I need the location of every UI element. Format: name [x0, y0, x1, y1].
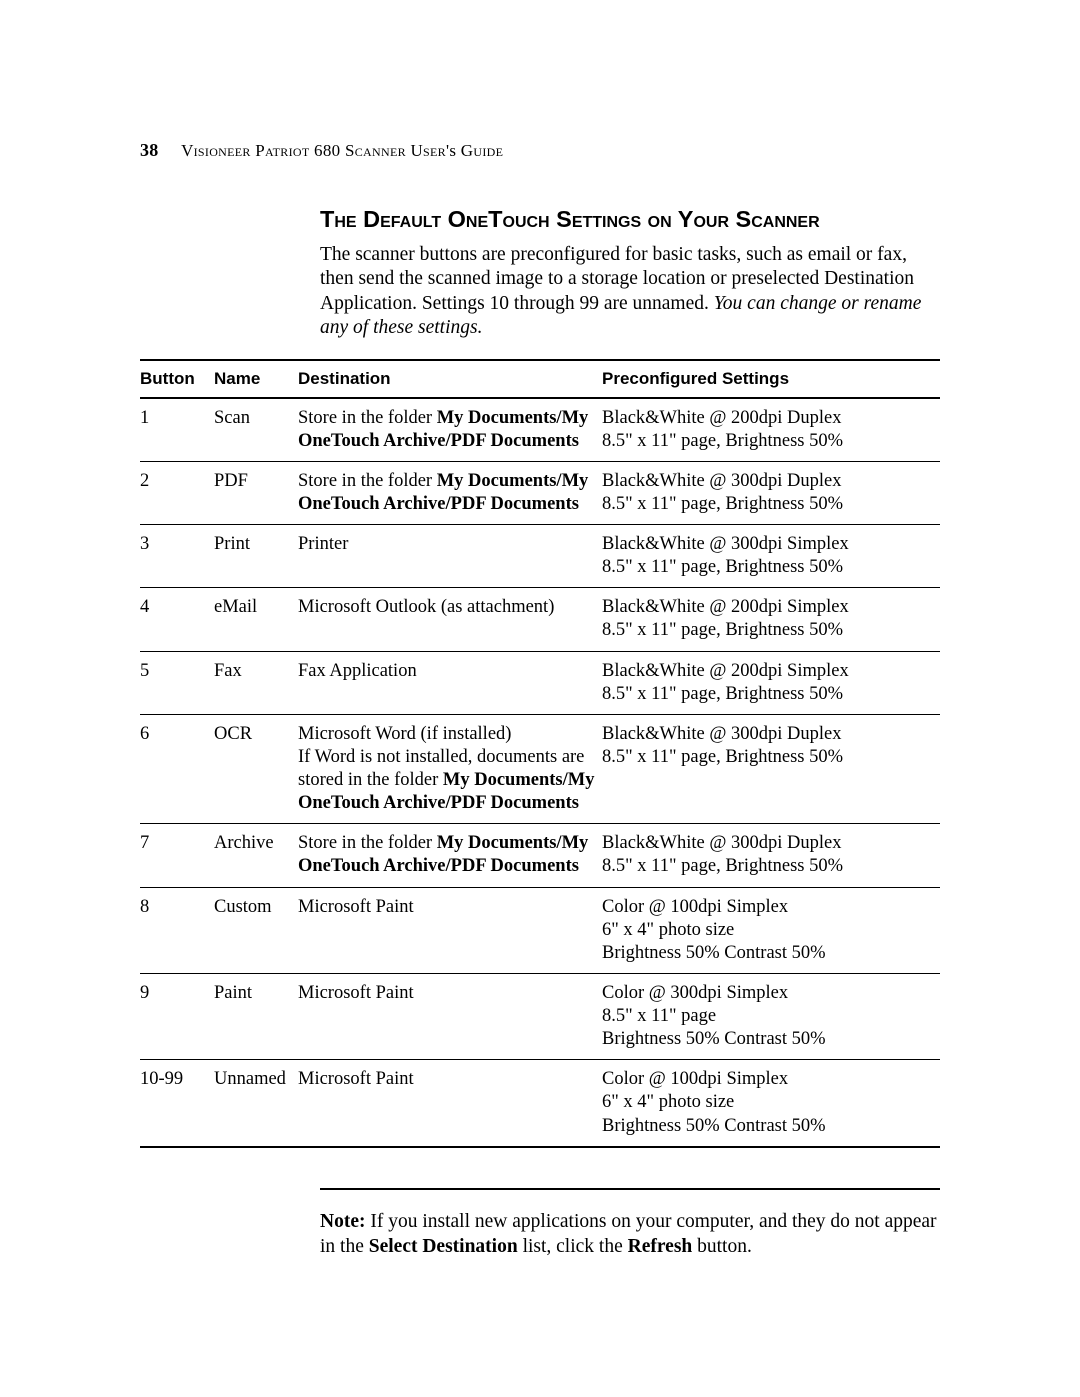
cell-settings: Color @ 100dpi Simplex6" x 4" photo size… — [602, 1060, 940, 1147]
cell-settings: Black&White @ 300dpi Duplex8.5" x 11" pa… — [602, 824, 940, 887]
cell-destination: Fax Application — [298, 651, 602, 714]
cell-settings: Color @ 100dpi Simplex6" x 4" photo size… — [602, 887, 940, 973]
table-row: 6OCRMicrosoft Word (if installed) If Wor… — [140, 714, 940, 824]
cell-settings: Black&White @ 200dpi Simplex8.5" x 11" p… — [602, 651, 940, 714]
cell-settings: Black&White @ 300dpi Duplex8.5" x 11" pa… — [602, 461, 940, 524]
cell-settings: Black&White @ 300dpi Simplex8.5" x 11" p… — [602, 525, 940, 588]
cell-name: Scan — [214, 398, 298, 462]
cell-button: 1 — [140, 398, 214, 462]
cell-settings: Black&White @ 200dpi Duplex8.5" x 11" pa… — [602, 398, 940, 462]
cell-name: Paint — [214, 973, 298, 1059]
note-rule — [320, 1188, 940, 1190]
page-number: 38 — [140, 140, 159, 160]
cell-name: OCR — [214, 714, 298, 824]
table-row: 3PrintPrinterBlack&White @ 300dpi Simple… — [140, 525, 940, 588]
cell-name: Archive — [214, 824, 298, 887]
col-preconf: Preconfigured Settings — [602, 360, 940, 398]
table-row: 2PDFStore in the folder My Documents/My … — [140, 461, 940, 524]
col-name: Name — [214, 360, 298, 398]
table-row: 7ArchiveStore in the folder My Documents… — [140, 824, 940, 887]
cell-name: Unnamed — [214, 1060, 298, 1147]
cell-name: eMail — [214, 588, 298, 651]
col-button: Button — [140, 360, 214, 398]
settings-table: Button Name Destination Preconfigured Se… — [140, 359, 940, 1148]
cell-settings: Black&White @ 200dpi Simplex8.5" x 11" p… — [602, 588, 940, 651]
cell-name: Custom — [214, 887, 298, 973]
cell-button: 3 — [140, 525, 214, 588]
cell-button: 5 — [140, 651, 214, 714]
cell-destination: Microsoft Paint — [298, 887, 602, 973]
table-row: 5FaxFax ApplicationBlack&White @ 200dpi … — [140, 651, 940, 714]
doc-title: Visioneer Patriot 680 Scanner User's Gui… — [181, 141, 503, 160]
section-heading: The Default OneTouch Settings on Your Sc… — [320, 206, 940, 233]
table-row: 10-99UnnamedMicrosoft PaintColor @ 100dp… — [140, 1060, 940, 1147]
cell-destination: Printer — [298, 525, 602, 588]
cell-button: 10-99 — [140, 1060, 214, 1147]
cell-name: Print — [214, 525, 298, 588]
cell-name: PDF — [214, 461, 298, 524]
cell-button: 9 — [140, 973, 214, 1059]
cell-destination: Store in the folder My Documents/My OneT… — [298, 461, 602, 524]
table-row: 4eMailMicrosoft Outlook (as attachment)B… — [140, 588, 940, 651]
cell-button: 2 — [140, 461, 214, 524]
cell-button: 8 — [140, 887, 214, 973]
cell-name: Fax — [214, 651, 298, 714]
cell-destination: Store in the folder My Documents/My OneT… — [298, 398, 602, 462]
col-dest: Destination — [298, 360, 602, 398]
cell-button: 6 — [140, 714, 214, 824]
note-paragraph: Note: If you install new applications on… — [320, 1209, 940, 1260]
cell-destination: Microsoft Word (if installed) If Word is… — [298, 714, 602, 824]
intro-paragraph: The scanner buttons are preconfigured fo… — [320, 243, 940, 341]
table-row: 9PaintMicrosoft PaintColor @ 300dpi Simp… — [140, 973, 940, 1059]
cell-destination: Microsoft Paint — [298, 973, 602, 1059]
cell-settings: Color @ 300dpi Simplex8.5" x 11" pageBri… — [602, 973, 940, 1059]
cell-settings: Black&White @ 300dpi Duplex8.5" x 11" pa… — [602, 714, 940, 824]
cell-destination: Microsoft Outlook (as attachment) — [298, 588, 602, 651]
running-header: 38 Visioneer Patriot 680 Scanner User's … — [140, 140, 940, 161]
table-row: 1ScanStore in the folder My Documents/My… — [140, 398, 940, 462]
cell-destination: Microsoft Paint — [298, 1060, 602, 1147]
cell-button: 7 — [140, 824, 214, 887]
cell-destination: Store in the folder My Documents/My OneT… — [298, 824, 602, 887]
table-row: 8CustomMicrosoft PaintColor @ 100dpi Sim… — [140, 887, 940, 973]
cell-button: 4 — [140, 588, 214, 651]
